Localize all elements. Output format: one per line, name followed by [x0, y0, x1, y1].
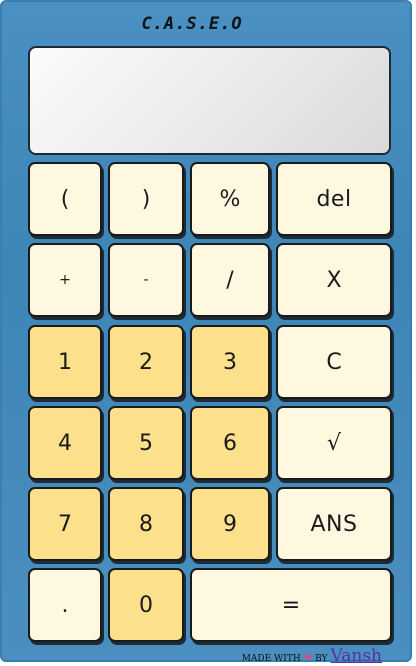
divide-button[interactable]: /	[190, 243, 270, 317]
divide-label: /	[226, 267, 234, 293]
digit-0-button[interactable]: 0	[108, 568, 184, 642]
brand-title: C.A.S.E.O	[141, 14, 243, 34]
clear-button[interactable]: C	[276, 325, 392, 399]
digit-8-label: 8	[139, 511, 153, 537]
digit-5-label: 5	[139, 430, 153, 456]
percent-label: %	[219, 186, 241, 212]
close-paren-label: )	[141, 186, 151, 212]
digit-3-button[interactable]: 3	[190, 325, 270, 399]
display-screen	[28, 46, 391, 155]
equals-button[interactable]: =	[190, 568, 392, 642]
digit-7-button[interactable]: 7	[28, 487, 102, 561]
plus-button[interactable]: +	[28, 243, 102, 317]
footer-credit: MADE WITH ❤ BY Vansh	[242, 646, 382, 666]
sqrt-label: √	[326, 430, 342, 456]
heart-icon: ❤	[303, 653, 313, 664]
author-link[interactable]: Vansh	[331, 646, 382, 666]
decimal-point-label: .	[61, 592, 69, 618]
digit-4-button[interactable]: 4	[28, 406, 102, 480]
calculator-body: C.A.S.E.O ( ) % del + - / X 1 2 3 C 4 5	[0, 0, 412, 666]
digit-3-label: 3	[223, 349, 237, 375]
digit-9-label: 9	[223, 511, 237, 537]
digit-2-button[interactable]: 2	[108, 325, 184, 399]
delete-button[interactable]: del	[276, 162, 392, 236]
digit-6-label: 6	[223, 430, 237, 456]
delete-label: del	[316, 186, 352, 212]
by-text: BY	[315, 654, 328, 664]
digit-0-label: 0	[139, 592, 153, 618]
open-paren-button[interactable]: (	[28, 162, 102, 236]
percent-button[interactable]: %	[190, 162, 270, 236]
minus-button[interactable]: -	[108, 243, 184, 317]
digit-2-label: 2	[139, 349, 153, 375]
close-paren-button[interactable]: )	[108, 162, 184, 236]
digit-5-button[interactable]: 5	[108, 406, 184, 480]
digit-9-button[interactable]: 9	[190, 487, 270, 561]
digit-1-button[interactable]: 1	[28, 325, 102, 399]
plus-label: +	[59, 272, 71, 288]
multiply-button[interactable]: X	[276, 243, 392, 317]
decimal-point-button[interactable]: .	[28, 568, 102, 642]
multiply-label: X	[326, 267, 342, 293]
digit-6-button[interactable]: 6	[190, 406, 270, 480]
made-with-text: MADE WITH	[241, 654, 301, 664]
open-paren-label: (	[60, 186, 70, 212]
digit-1-label: 1	[58, 349, 72, 375]
minus-label: -	[143, 272, 149, 288]
digit-7-label: 7	[58, 511, 72, 537]
ans-button[interactable]: ANS	[276, 487, 392, 561]
sqrt-button[interactable]: √	[276, 406, 392, 480]
ans-label: ANS	[310, 511, 358, 537]
equals-label: =	[281, 592, 301, 618]
digit-4-label: 4	[58, 430, 72, 456]
clear-label: C	[326, 349, 342, 375]
digit-8-button[interactable]: 8	[108, 487, 184, 561]
